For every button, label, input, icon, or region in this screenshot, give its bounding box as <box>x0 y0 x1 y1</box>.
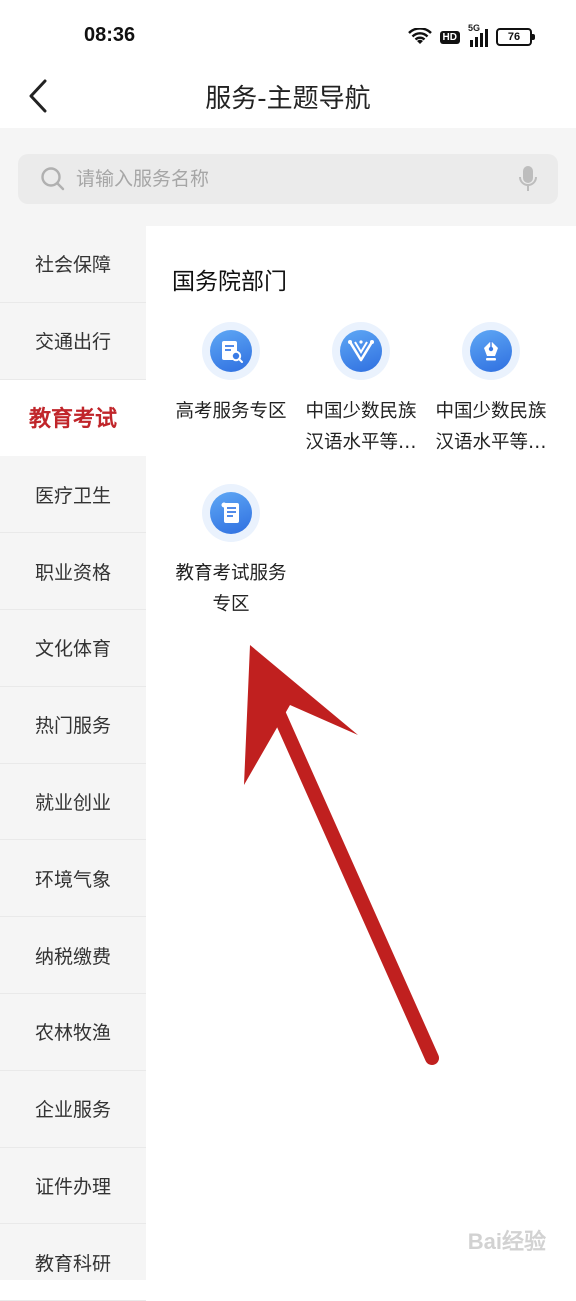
signal-label: 5G <box>468 23 480 33</box>
sidebar-item-label: 环境气象 <box>35 865 111 892</box>
sidebar-item-environment[interactable]: 环境气象 <box>0 840 146 917</box>
service-gaokao[interactable]: 高考服务专区 <box>166 322 296 458</box>
cell-signal-icon: 5G <box>468 27 488 47</box>
battery-level: 76 <box>508 31 520 43</box>
section-title: 国务院部门 <box>172 262 287 296</box>
sidebar-item-label: 教育考试 <box>29 401 117 433</box>
sidebar-item-tax[interactable]: 纳税缴费 <box>0 917 146 994</box>
page-title: 服务-主题导航 <box>0 78 576 115</box>
sidebar-item-label: 热门服务 <box>35 711 111 738</box>
sidebar-item-agriculture[interactable]: 农林牧渔 <box>0 994 146 1071</box>
sidebar-item-label: 证件办理 <box>35 1172 111 1199</box>
sidebar-item-medical[interactable]: 医疗卫生 <box>0 456 146 533</box>
search-input[interactable] <box>76 154 506 204</box>
sidebar-item-label: 纳税缴费 <box>35 942 111 969</box>
sidebar-item-label: 农林牧渔 <box>35 1018 111 1045</box>
scroll-icon <box>202 484 260 542</box>
service-minority-chinese-1[interactable]: 中国少数民族汉语水平等级考试 <box>296 322 426 458</box>
sidebar-item-label: 企业服务 <box>35 1095 111 1122</box>
watermark: Bai经验 <box>468 1224 546 1256</box>
battery-icon: 76 <box>496 28 532 46</box>
pen-nib-icon <box>462 322 520 380</box>
service-label: 中国少数民族汉语水平等级考试 <box>429 396 553 458</box>
wifi-icon <box>408 28 432 46</box>
search-box[interactable] <box>18 154 558 204</box>
ornament-icon <box>332 322 390 380</box>
hd-badge: HD <box>440 31 460 44</box>
services-grid: 高考服务专区 中国少数民族汉语水平等级考试 <box>166 322 556 620</box>
search-icon <box>40 166 66 192</box>
sidebar-item-label: 教育科研 <box>35 1249 111 1276</box>
nav-bar: 服务-主题导航 <box>0 72 576 128</box>
service-label: 教育考试服务专区 <box>169 558 293 620</box>
sidebar-item-employment[interactable]: 就业创业 <box>0 764 146 841</box>
sidebar-item-label: 医疗卫生 <box>35 481 111 508</box>
service-content: 国务院部门 高考服务专区 <box>146 226 576 1280</box>
sidebar-item-transport[interactable]: 交通出行 <box>0 303 146 380</box>
status-icons: HD 5G 76 <box>408 26 532 48</box>
sidebar-item-social-security[interactable]: 社会保障 <box>0 226 146 303</box>
status-bar: 08:36 HD 5G 76 <box>0 0 576 72</box>
gaokao-icon <box>202 322 260 380</box>
sidebar-item-qualification[interactable]: 职业资格 <box>0 533 146 610</box>
sidebar-item-label: 职业资格 <box>35 558 111 585</box>
service-minority-chinese-2[interactable]: 中国少数民族汉语水平等级考试 <box>426 322 556 458</box>
sidebar-item-label: 文化体育 <box>35 634 111 661</box>
sidebar-item-label: 社会保障 <box>35 250 111 277</box>
sidebar-item-hot-services[interactable]: 热门服务 <box>0 687 146 764</box>
sidebar-item-culture-sports[interactable]: 文化体育 <box>0 610 146 687</box>
sidebar-item-enterprise[interactable]: 企业服务 <box>0 1071 146 1148</box>
service-label: 高考服务专区 <box>169 396 293 427</box>
service-education-exam[interactable]: 教育考试服务专区 <box>166 484 296 620</box>
sidebar-item-label: 就业创业 <box>35 788 111 815</box>
sidebar-item-education-exam[interactable]: 教育考试 <box>0 380 146 457</box>
status-time: 08:36 <box>84 24 135 47</box>
sidebar-item-research[interactable]: 教育科研 <box>0 1224 146 1301</box>
sidebar-item-label: 交通出行 <box>35 327 111 354</box>
sidebar-item-certificates[interactable]: 证件办理 <box>0 1148 146 1225</box>
category-sidebar: 社会保障 交通出行 教育考试 医疗卫生 职业资格 文化体育 热门服务 就业创业 … <box>0 226 146 1280</box>
search-area <box>0 128 576 226</box>
service-label: 中国少数民族汉语水平等级考试 <box>299 396 423 458</box>
microphone-icon[interactable] <box>518 165 538 193</box>
